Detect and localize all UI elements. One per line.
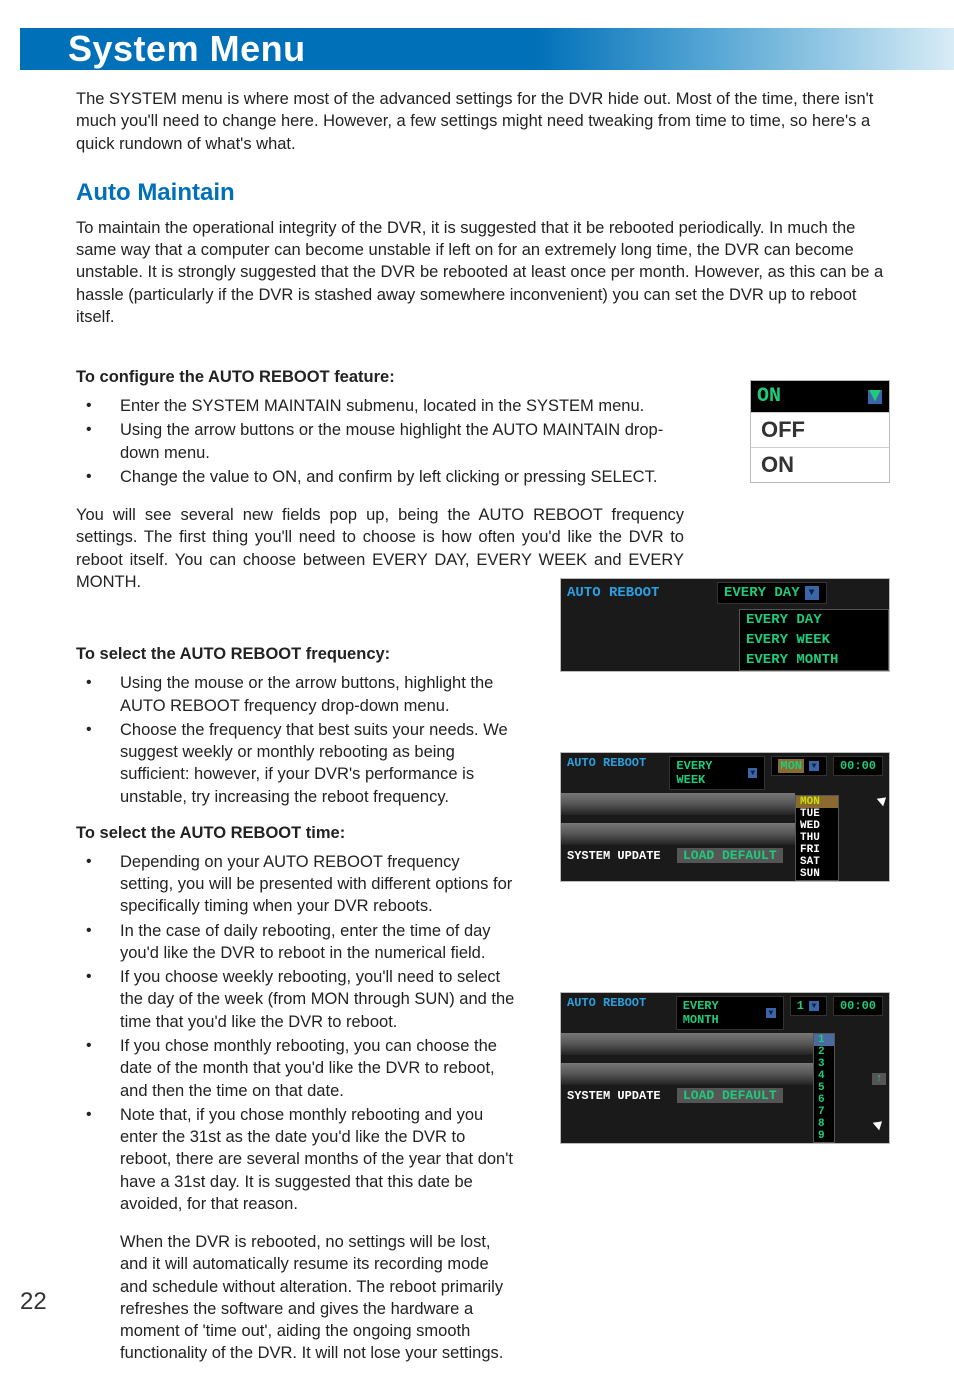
month-dropdown-screenshot: AUTO REBOOT EVERY MONTH ▼ 1 ▼ 00:00 SYST… [560,992,890,1144]
week-system-update-label: SYSTEM UPDATE [567,849,677,863]
week-day-options: MON TUE WED THU FRI SAT SUN [795,795,839,881]
date-option[interactable]: 8 [814,1118,834,1130]
decorative-bar [561,823,795,845]
freq-options-list: EVERY DAY EVERY WEEK EVERY MONTH [739,609,889,671]
list-item: In the case of daily rebooting, enter th… [76,920,516,965]
freq-selected[interactable]: EVERY DAY ▼ [717,582,827,604]
chevron-down-icon[interactable]: ▼ [867,389,883,405]
chevron-down-icon[interactable]: ▼ [765,1007,777,1019]
chevron-down-icon[interactable]: ▼ [747,767,758,779]
decorative-bar [561,1033,813,1055]
section-heading-auto-maintain: Auto Maintain [76,179,890,207]
month-date-selected[interactable]: 1 ▼ [790,996,827,1016]
time-heading: To select the AUTO REBOOT time: [76,824,540,843]
list-item: Enter the SYSTEM MAINTAIN submenu, locat… [76,395,676,417]
frequency-dropdown-screenshot: AUTO REBOOT EVERY DAY ▼ EVERY DAY EVERY … [560,578,890,672]
month-system-update-label: SYSTEM UPDATE [567,1089,677,1103]
list-item: Note that, if you chose monthly rebootin… [76,1104,516,1365]
load-default-button[interactable]: LOAD DEFAULT [677,1088,783,1103]
day-option[interactable]: TUE [796,808,838,820]
date-option[interactable]: 1 [814,1034,834,1046]
configure-bullet-list: Enter the SYSTEM MAINTAIN submenu, locat… [76,395,676,488]
month-auto-reboot-label: AUTO REBOOT [567,996,676,1010]
closing-paragraph: When the DVR is rebooted, no settings wi… [120,1231,516,1365]
time-bullet-list: Depending on your AUTO REBOOT frequency … [76,851,516,1365]
page-title: System Menu [20,28,306,70]
list-item: Choose the frequency that best suits you… [76,719,516,808]
week-freq-selected[interactable]: EVERY WEEK ▼ [669,756,765,790]
week-day-selected[interactable]: MON ▼ [771,756,827,776]
list-item-text: Note that, if you chose monthly rebootin… [120,1106,513,1213]
onoff-option-on[interactable]: ON [751,447,889,482]
week-row2: SYSTEM UPDATE LOAD DEFAULT [561,845,795,866]
day-option[interactable]: SAT [796,856,838,868]
list-item: Change the value to ON, and confirm by l… [76,466,676,488]
day-option[interactable]: MON [796,796,838,808]
month-date-value: 1 [797,999,804,1013]
day-option[interactable]: SUN [796,868,838,880]
date-option[interactable]: 5 [814,1082,834,1094]
week-auto-reboot-label: AUTO REBOOT [567,756,669,770]
month-row2: SYSTEM UPDATE LOAD DEFAULT [561,1085,813,1106]
cursor-icon [877,793,889,809]
cursor-icon [873,1117,885,1133]
date-option[interactable]: 4 [814,1070,834,1082]
week-time-value[interactable]: 00:00 [833,756,883,776]
date-option[interactable]: 3 [814,1058,834,1070]
freq-row: AUTO REBOOT EVERY DAY ▼ [561,579,889,607]
list-item: Using the arrow buttons or the mouse hig… [76,419,676,464]
day-option[interactable]: THU [796,832,838,844]
list-item: Using the mouse or the arrow buttons, hi… [76,672,516,717]
day-option[interactable]: FRI [796,844,838,856]
date-option[interactable]: 6 [814,1094,834,1106]
week-dropdown-screenshot: AUTO REBOOT EVERY WEEK ▼ MON ▼ 00:00 SYS… [560,752,890,882]
onoff-option-off[interactable]: OFF [751,412,889,447]
month-row1: AUTO REBOOT EVERY MONTH ▼ 1 ▼ 00:00 [561,993,889,1033]
load-default-button[interactable]: LOAD DEFAULT [677,848,783,863]
content-area: The SYSTEM menu is where most of the adv… [76,88,890,1381]
decorative-bar [561,1063,813,1085]
week-day-value: MON [778,759,804,773]
freq-option[interactable]: EVERY WEEK [740,630,888,650]
month-freq-value: EVERY MONTH [683,999,761,1027]
page-number: 22 [20,1288,47,1316]
auto-maintain-paragraph: To maintain the operational integrity of… [76,217,890,328]
chevron-down-icon[interactable]: ▼ [808,760,820,772]
decorative-bar [561,793,795,815]
freq-label: AUTO REBOOT [567,585,717,601]
freq-option[interactable]: EVERY MONTH [740,650,888,670]
day-option[interactable]: WED [796,820,838,832]
chevron-down-icon[interactable]: ▼ [804,585,820,601]
onoff-selected-value: ON [757,385,781,408]
onoff-dropdown-screenshot: ON ▼ OFF ON [750,380,890,483]
freq-selected-value: EVERY DAY [724,585,800,601]
month-date-options: 1 2 3 4 5 6 7 8 9 [813,1033,835,1143]
week-freq-value: EVERY WEEK [676,759,743,787]
scroll-up-button[interactable]: ↑ [872,1073,887,1085]
chevron-down-icon[interactable]: ▼ [808,1000,820,1012]
intro-paragraph: The SYSTEM menu is where most of the adv… [76,88,890,155]
freq-option[interactable]: EVERY DAY [740,610,888,630]
date-option[interactable]: 7 [814,1106,834,1118]
month-time-value[interactable]: 00:00 [833,996,883,1016]
frequency-bullet-list: Using the mouse or the arrow buttons, hi… [76,672,516,808]
month-freq-selected[interactable]: EVERY MONTH ▼ [676,996,784,1030]
list-item: If you choose weekly rebooting, you'll n… [76,966,516,1033]
date-option[interactable]: 2 [814,1046,834,1058]
frequency-heading: To select the AUTO REBOOT frequency: [76,645,540,664]
list-item: Depending on your AUTO REBOOT frequency … [76,851,516,918]
page-banner: System Menu [20,28,954,70]
onoff-selected-row[interactable]: ON ▼ [751,381,889,412]
list-item: If you chose monthly rebooting, you can … [76,1035,516,1102]
date-option[interactable]: 9 [814,1130,834,1142]
week-row1: AUTO REBOOT EVERY WEEK ▼ MON ▼ 00:00 [561,753,889,793]
